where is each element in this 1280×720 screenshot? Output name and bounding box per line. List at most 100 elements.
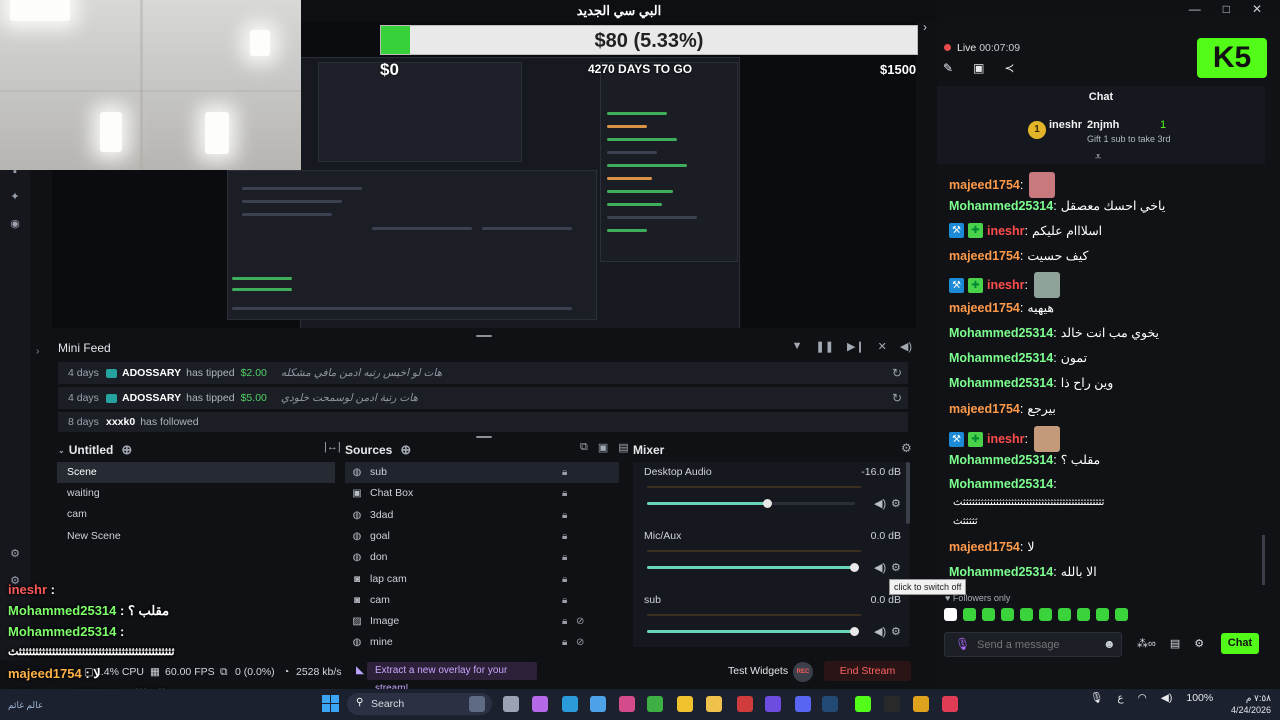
lock-icon[interactable]: 🔒︎	[562, 483, 567, 504]
channel-settings-gear-icon[interactable]: ⚙	[891, 497, 901, 510]
emoji-icon[interactable]: ☻	[1103, 637, 1116, 651]
chat-message[interactable]: majeed1754: كيف حسيت	[949, 248, 1088, 264]
chat-username[interactable]: majeed1754	[949, 540, 1020, 554]
edge-icon[interactable]	[562, 696, 578, 712]
mute-alerts-icon[interactable]: ✕	[878, 340, 887, 353]
xbox-icon[interactable]	[647, 696, 663, 712]
source-item[interactable]: ▨ Image 🔒︎ ⊘	[345, 611, 619, 632]
channel-settings-gear-icon[interactable]: ⚙	[891, 561, 901, 574]
resize-handle[interactable]	[476, 436, 492, 438]
lock-icon[interactable]: 🔒︎	[562, 632, 567, 653]
chat-username[interactable]: majeed1754	[949, 301, 1020, 315]
chat-username[interactable]: Mohammed25314	[949, 565, 1053, 579]
emote-button[interactable]	[1115, 608, 1128, 621]
files-icon[interactable]	[706, 696, 722, 712]
lock-icon[interactable]: 🔒︎	[562, 590, 567, 611]
explorer-icon[interactable]	[503, 696, 519, 712]
chat-message-input[interactable]	[944, 632, 1122, 657]
test-widgets-button[interactable]: Test Widgets	[728, 665, 788, 677]
skip-icon[interactable]: ▶❙	[847, 340, 865, 353]
emote-button[interactable]	[1096, 608, 1109, 621]
lock-icon[interactable]: 🔒︎	[562, 505, 567, 526]
volume-slider-knob[interactable]	[850, 627, 859, 636]
wifi-icon[interactable]: ◠	[1138, 692, 1147, 704]
chat-message[interactable]: Mohammed25314: ياخي احسك معصقل	[949, 198, 1165, 214]
hidden-eye-icon[interactable]: ⊘	[576, 632, 584, 653]
record-icon[interactable]: ◉	[9, 218, 21, 230]
language-indicator[interactable]: ع	[1117, 692, 1123, 704]
source-group-icon[interactable]: ▣	[598, 441, 608, 454]
emote-button[interactable]	[1001, 608, 1014, 621]
chat-message[interactable]: ⚒ ✚ ineshr:	[949, 272, 1060, 298]
end-stream-button[interactable]: End Stream	[824, 661, 911, 681]
leaderboard-first[interactable]: ineshr	[1049, 119, 1082, 131]
volume-slider[interactable]	[647, 499, 855, 508]
replay-icon[interactable]: ↻	[892, 391, 902, 405]
ai-icon[interactable]: ✦	[9, 191, 21, 203]
chat-message[interactable]: majeed1754: لا	[949, 539, 1035, 555]
add-scene-icon[interactable]: ⊕	[121, 442, 132, 458]
chat-username[interactable]: Mohammed25314	[949, 326, 1053, 340]
lock-icon[interactable]: 🔒︎	[562, 547, 567, 568]
volume-slider-knob[interactable]	[762, 499, 772, 508]
app-red2-icon[interactable]	[942, 696, 958, 712]
scene-transition-icon[interactable]: |↔|	[324, 441, 341, 453]
photos-icon[interactable]	[619, 696, 635, 712]
source-layers-icon[interactable]: ⧉	[580, 441, 588, 454]
taskbar-clock[interactable]: ٧:٥٨ م 4/24/2026	[1227, 692, 1271, 716]
app-orange-icon[interactable]	[913, 696, 929, 712]
volume-tray-icon[interactable]: ◀)	[1161, 692, 1173, 704]
chat-send-button[interactable]: Chat	[1221, 633, 1259, 654]
chat-scrollbar[interactable]	[1262, 535, 1265, 585]
chat-username[interactable]: Mohammed25314	[949, 199, 1053, 213]
volume-icon[interactable]: ◀)	[900, 340, 912, 353]
steam-icon[interactable]	[822, 696, 838, 712]
popout-icon[interactable]: ▣	[973, 61, 984, 75]
store-icon[interactable]	[590, 696, 606, 712]
expand-leaderboard-icon[interactable]: ⩡	[1095, 151, 1101, 164]
source-item[interactable]: ◍ don 🔒︎	[345, 547, 619, 568]
overlay-promo-banner[interactable]: Extract a new overlay for your stream!	[367, 662, 537, 694]
speaker-icon[interactable]: ◀)	[874, 497, 886, 510]
chat-username[interactable]: ineshr	[987, 432, 1025, 446]
volume-slider[interactable]	[647, 563, 859, 572]
epic-icon[interactable]	[884, 696, 900, 712]
shop-icon[interactable]: ▤	[1170, 637, 1180, 650]
replay-icon[interactable]: ↻	[892, 366, 902, 380]
add-source-icon[interactable]: ⊕	[400, 442, 411, 458]
taskview-icon[interactable]	[469, 696, 485, 712]
pause-icon[interactable]: ❚❚	[816, 340, 834, 353]
chat-username[interactable]: Mohammed25314	[949, 477, 1053, 491]
edit-pencil-icon[interactable]: ✎	[943, 61, 953, 75]
record-button[interactable]: REC	[793, 662, 813, 682]
kick-app-icon[interactable]	[855, 696, 871, 712]
hidden-eye-icon[interactable]: ⊘	[576, 611, 584, 632]
chrome-icon[interactable]	[677, 696, 693, 712]
speaker-icon[interactable]: ◀)	[874, 625, 886, 638]
close-button[interactable]: ✕	[1252, 2, 1262, 16]
chat-username[interactable]: majeed1754	[949, 402, 1020, 416]
emote-button[interactable]	[1077, 608, 1090, 621]
scene-item[interactable]: Scene	[57, 462, 335, 483]
chat-username[interactable]: Mohammed25314	[949, 453, 1053, 467]
chat-username[interactable]: ineshr	[987, 224, 1025, 238]
chat-message[interactable]: Mohammed25314: وين راح ذا	[949, 375, 1113, 391]
source-folder-icon[interactable]: ▤	[618, 441, 628, 454]
emote-button[interactable]	[1058, 608, 1071, 621]
chat-message[interactable]: Mohammed25314: الا بالله	[949, 564, 1097, 580]
chat-message[interactable]: ثثثثثثثثثثثثثثثثثثثثثثثثثثثثثثثثثثثثثثثث…	[949, 497, 1104, 508]
maximize-button[interactable]: □	[1223, 2, 1230, 16]
volume-slider-knob[interactable]	[850, 563, 859, 572]
chat-username[interactable]: Mohammed25314	[949, 351, 1053, 365]
chat-message[interactable]: ثثثثثث	[949, 516, 978, 527]
chevron-down-icon[interactable]: ⌄	[58, 446, 65, 455]
chat-message[interactable]: ⚒ ✚ ineshr: اسلااام عليكم	[949, 223, 1102, 238]
app-red-icon[interactable]	[737, 696, 753, 712]
app-purple-icon[interactable]	[765, 696, 781, 712]
leaderboard-second[interactable]: 2njmh	[1087, 119, 1119, 131]
mic-tray-icon[interactable]: 🎙	[1090, 691, 1103, 704]
source-item[interactable]: ◙ cam 🔒︎	[345, 590, 619, 611]
chat-message[interactable]: Mohammed25314: يخوي مب انت خالد	[949, 325, 1159, 341]
emote-button[interactable]	[1020, 608, 1033, 621]
emote-button[interactable]	[982, 608, 995, 621]
